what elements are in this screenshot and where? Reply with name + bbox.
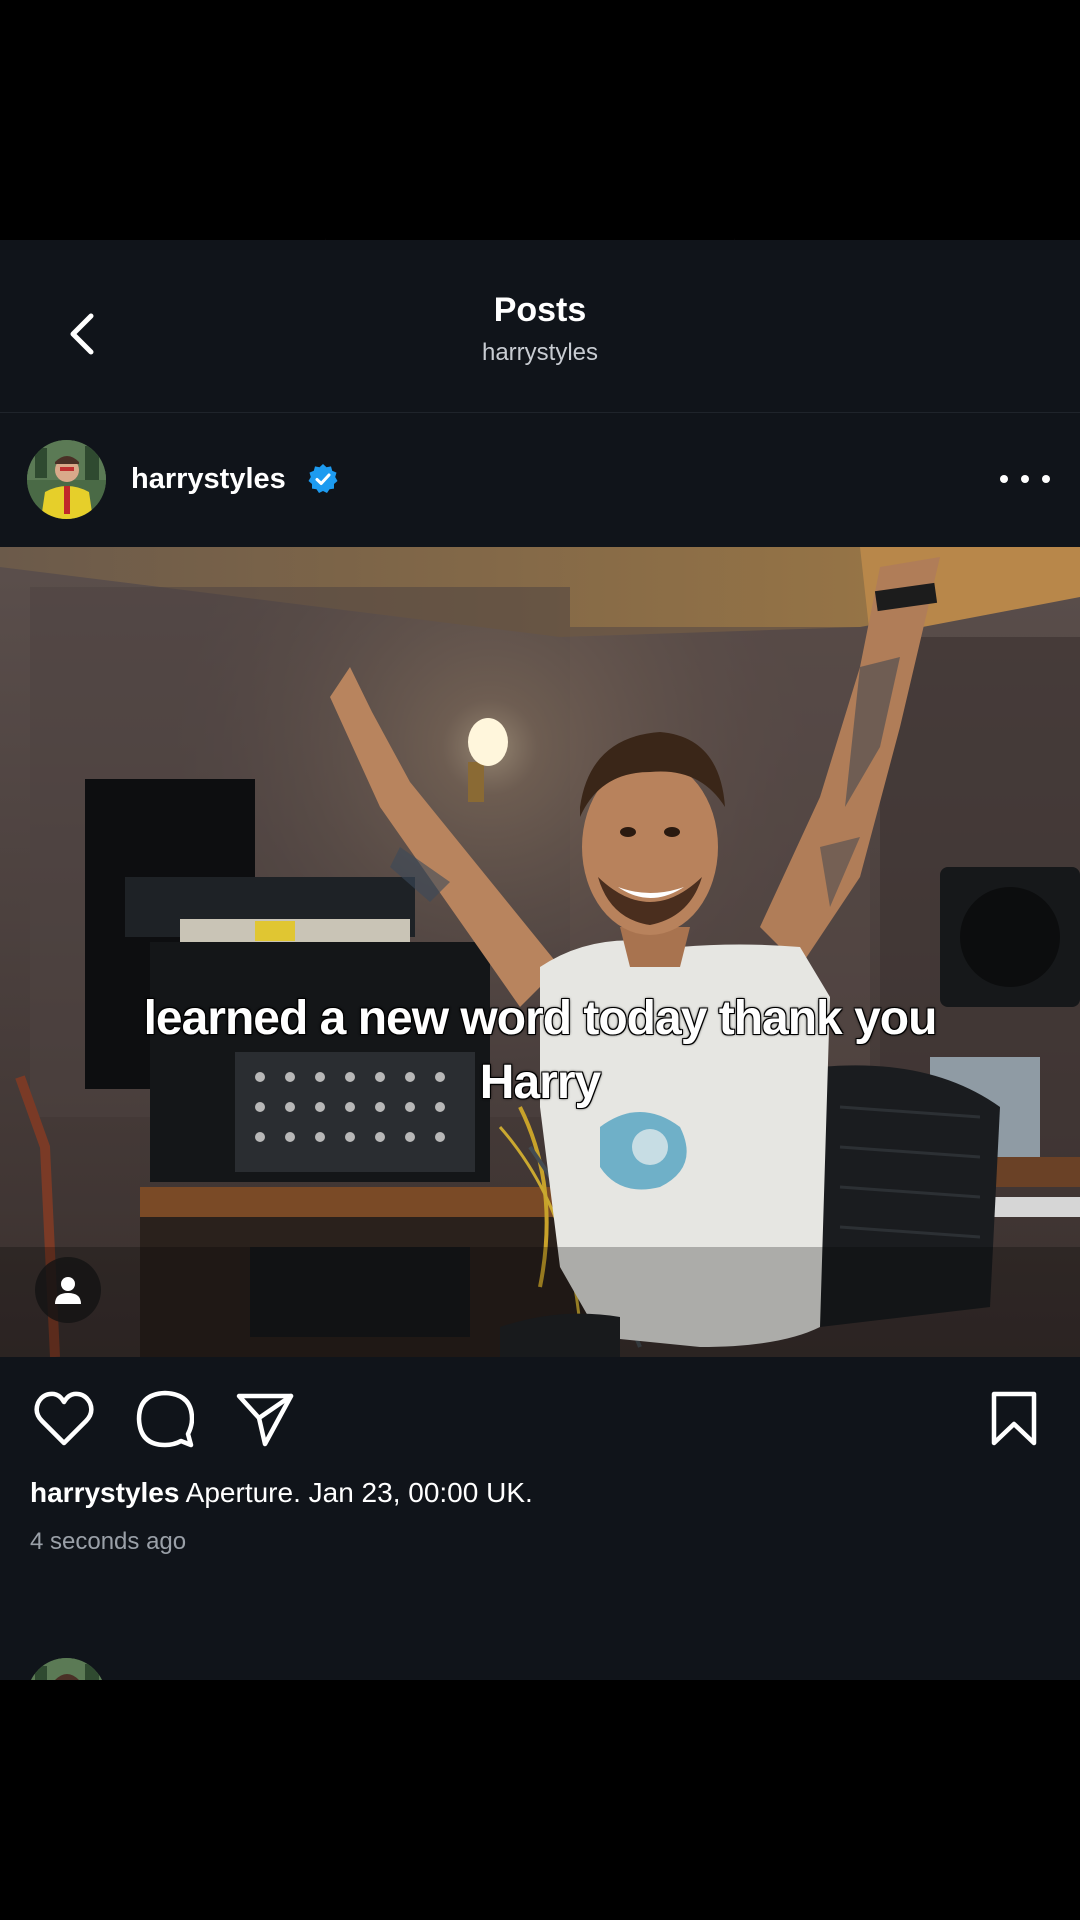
comment-icon	[136, 1390, 194, 1448]
more-dot	[1042, 475, 1050, 483]
verified-badge-icon	[308, 464, 338, 493]
studio-photo	[0, 547, 1080, 1357]
send-icon	[236, 1393, 294, 1447]
avatar[interactable]	[27, 1658, 106, 1680]
post-username[interactable]: harrystyles	[131, 459, 286, 499]
avatar[interactable]	[27, 440, 106, 519]
next-post-header: harrystyles	[0, 1630, 1080, 1680]
more-dot	[1021, 475, 1029, 483]
tagged-users-button[interactable]	[35, 1257, 101, 1323]
like-button[interactable]	[32, 1387, 96, 1451]
post-photo[interactable]: learned a new word today thank you Harry	[0, 547, 1080, 1357]
more-horizontal-icon	[1000, 475, 1008, 483]
photo-overlay-text: learned a new word today thank you Harry	[143, 992, 938, 1109]
bookmark-icon	[991, 1391, 1037, 1446]
app-screen: Posts harrystyles harrystyles learned a …	[0, 240, 1080, 1680]
comment-button[interactable]	[133, 1387, 197, 1451]
post-caption: harrystyles Aperture. Jan 23, 00:00 UK.	[30, 1475, 533, 1511]
caption-text: Aperture. Jan 23, 00:00 UK.	[185, 1477, 533, 1508]
post-timestamp: 4 seconds ago	[30, 1528, 187, 1555]
page-subtitle: harrystyles	[481, 339, 599, 366]
next-post-username[interactable]: harrystyles	[131, 1677, 286, 1680]
share-button[interactable]	[233, 1387, 297, 1451]
heart-icon	[34, 1391, 94, 1446]
caption-username[interactable]: harrystyles	[30, 1477, 179, 1508]
post-header: harrystyles	[0, 412, 1080, 547]
post-options-button[interactable]	[1000, 462, 1050, 496]
save-button[interactable]	[982, 1387, 1046, 1451]
page-title: Posts	[493, 291, 587, 329]
avatar-image	[27, 1658, 106, 1680]
avatar-image	[27, 440, 106, 519]
top-navigation-bar: Posts harrystyles	[0, 240, 1080, 413]
post-action-bar	[0, 1357, 1080, 1477]
user-tag-icon	[55, 1277, 81, 1304]
